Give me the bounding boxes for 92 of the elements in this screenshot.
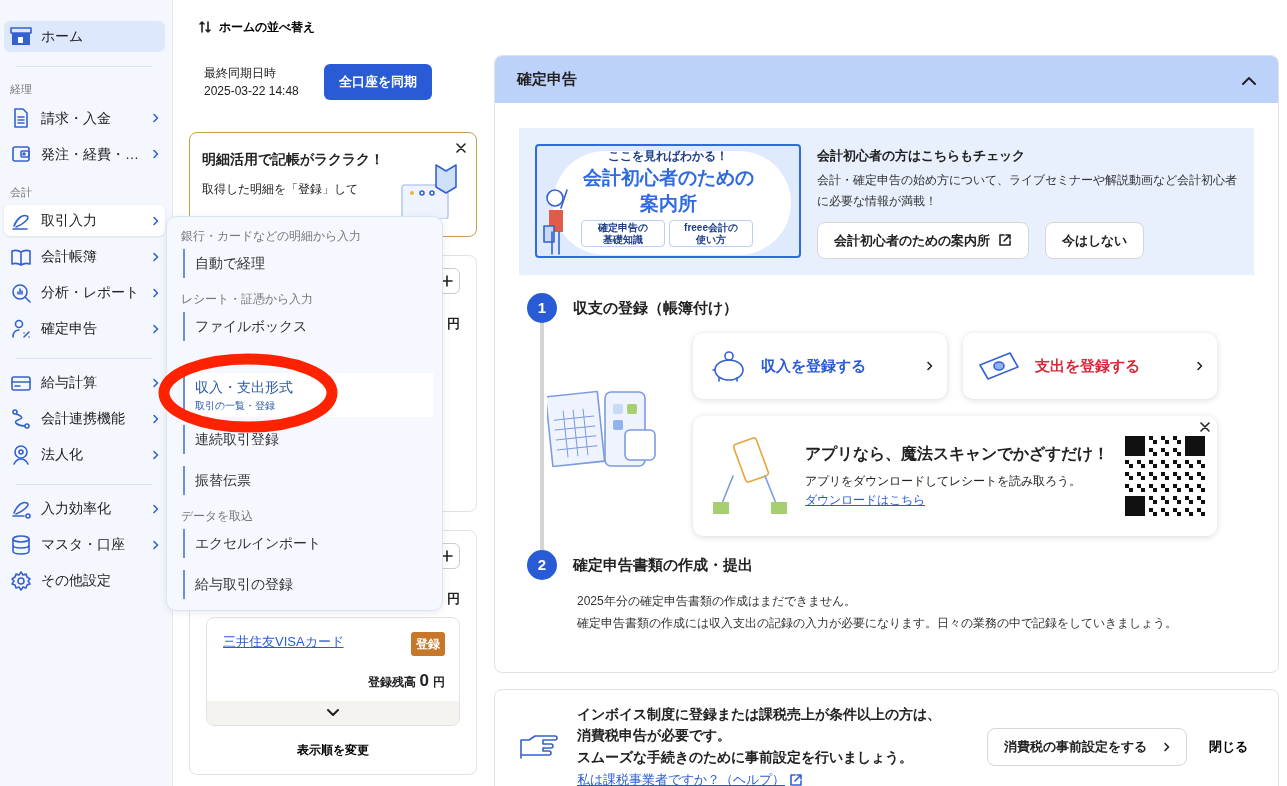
sync-label: 最終同期日時 bbox=[204, 65, 277, 82]
sort-link[interactable]: ホームの並べ替え bbox=[199, 18, 315, 36]
step-text: 2025年分の確定申告書類の作成はまだできません。 bbox=[577, 593, 857, 610]
menu-item[interactable]: エクセルインポート bbox=[183, 529, 433, 558]
close-button[interactable]: 閉じる bbox=[1203, 736, 1254, 758]
invoice-text: インボイス制度に登録または課税売上が条件以上の方は、 bbox=[577, 704, 942, 724]
banner-title: 明細活用で記帳がラクラク！ bbox=[202, 150, 385, 169]
sidebar-item[interactable]: 入力効率化 bbox=[4, 493, 165, 524]
action-button[interactable]: 支出を登録する bbox=[963, 333, 1217, 399]
step-title: 確定申告書類の作成・提出 bbox=[573, 554, 753, 575]
menu-item[interactable]: 給与取引の登録 bbox=[183, 570, 433, 599]
action-button[interactable]: 収入を登録する bbox=[693, 333, 947, 399]
chevron-right-icon bbox=[926, 361, 933, 371]
sidebar-item[interactable]: 取引入力 bbox=[4, 205, 165, 236]
external-link-icon bbox=[789, 772, 803, 786]
menu-item[interactable]: 連続取引登録 bbox=[183, 425, 433, 454]
wallet-icon bbox=[10, 143, 32, 165]
sidebar-item[interactable]: マスタ・口座 bbox=[4, 529, 165, 560]
guide-image[interactable]: ここを見ればわかる！ 会計初心者のための 案内所 確定申告の 基礎知識 freee会計の 使い方 bbox=[535, 144, 801, 258]
banknote-icon bbox=[977, 351, 1021, 381]
guide-button[interactable]: 今はしない bbox=[1045, 221, 1144, 259]
sidebar-item[interactable]: 分析・レポート bbox=[4, 277, 165, 308]
sync-time: 2025-03-22 14:48 bbox=[204, 83, 299, 100]
section-label: レシート・証憑から入力 bbox=[181, 291, 314, 306]
banner-text: 取得した明細を「登録」して bbox=[202, 181, 359, 198]
sort-arrows-icon bbox=[199, 20, 211, 34]
step-number: 1 bbox=[527, 293, 557, 323]
external-link-icon bbox=[998, 233, 1012, 248]
balance-label: 登録残高 bbox=[367, 673, 416, 691]
sidebar-item[interactable]: 請求・入金 bbox=[4, 102, 165, 134]
sidebar-item[interactable]: 発注・経費・… bbox=[4, 138, 165, 170]
help-link[interactable]: 私は課税事業者ですか？（ヘルプ） bbox=[577, 769, 803, 786]
person-percent-icon bbox=[10, 317, 32, 340]
status-badge: 登録 bbox=[411, 631, 445, 656]
person-figure-drawing bbox=[543, 186, 571, 256]
image-title: 会計初心者のための bbox=[581, 166, 755, 190]
chevron-up-icon bbox=[1242, 75, 1256, 85]
chip-text: 確定申告の bbox=[597, 222, 649, 233]
step-number: 2 bbox=[527, 550, 557, 580]
chip-text: freee会計の bbox=[683, 222, 739, 233]
section-label: 銀行・カードなどの明細から入力 bbox=[181, 228, 362, 243]
menu-item[interactable]: ファイルボックス bbox=[183, 312, 433, 341]
plus-icon bbox=[441, 275, 453, 287]
step-title: 収支の登録（帳簿付け） bbox=[573, 297, 738, 318]
settings-button[interactable]: 消費税の事前設定をする bbox=[987, 728, 1187, 766]
promo-text: アプリをダウンロードしてレシートを読み取ろう。 bbox=[805, 473, 1082, 491]
menu-item[interactable]: 振替伝票 bbox=[183, 466, 433, 495]
magnifier-chart-icon bbox=[10, 281, 32, 304]
gear-icon bbox=[10, 569, 32, 592]
download-link[interactable]: ダウンロードはこちら bbox=[805, 493, 925, 508]
section-label: 会計 bbox=[10, 184, 33, 200]
sync-button[interactable]: 全口座を同期 bbox=[323, 64, 432, 100]
sidebar-item[interactable]: ホーム bbox=[4, 21, 165, 52]
panel-title: 確定申告 bbox=[517, 69, 577, 90]
guide-text: 会計・確定申告の始め方について、ライブセミナーや解説動画など会計初心者に必要な情報が満載！ bbox=[817, 171, 1238, 210]
currency-label: 円 bbox=[447, 316, 460, 331]
nodes-icon bbox=[10, 407, 32, 430]
image-title: 案内所 bbox=[638, 192, 698, 216]
sidebar-item[interactable]: 法人化 bbox=[4, 439, 165, 470]
chip-text: 基礎知識 bbox=[603, 233, 644, 245]
reorder-link[interactable]: 表示順を変更 bbox=[291, 740, 375, 760]
chip-text: 使い方 bbox=[695, 233, 726, 245]
plus-icon bbox=[441, 550, 453, 562]
chevron-down-icon bbox=[327, 709, 339, 717]
section-label: データを取込 bbox=[181, 508, 254, 523]
close-icon[interactable] bbox=[1200, 422, 1210, 432]
badge-person-icon bbox=[10, 443, 32, 466]
sidebar-item[interactable]: その他設定 bbox=[4, 565, 165, 596]
balance-value: 0 bbox=[419, 669, 429, 692]
invoice-text: 消費税申告が必要です。 bbox=[577, 726, 732, 746]
step-text: 確定申告書類の作成には収入支出の記録の入力が必要になります。日々の業務の中で記録をしていきましょう。 bbox=[577, 615, 1178, 633]
section-label: 経理 bbox=[10, 82, 33, 97]
sidebar-item[interactable]: 会計帳簿 bbox=[4, 241, 165, 272]
database-icon bbox=[10, 533, 32, 556]
guide-heading: 会計初心者の方はこちらもチェック bbox=[817, 147, 1026, 165]
image-caption: ここを見ればわかる！ bbox=[607, 148, 729, 165]
chevron-right-icon bbox=[1163, 742, 1170, 752]
sidebar-item[interactable]: 給与計算 bbox=[4, 367, 165, 398]
account-link[interactable]: 三井住友VISAカード bbox=[223, 631, 344, 651]
menu-item[interactable]: 自動で経理 bbox=[183, 249, 433, 278]
invoice-text: スムーズな手続きのために事前設定を行いましょう。 bbox=[577, 748, 914, 767]
sidebar-item[interactable]: 会計連携機能 bbox=[4, 403, 165, 434]
currency-label: 円 bbox=[447, 591, 460, 606]
promo-title: アプリなら、魔法スキャンでかざすだけ！ bbox=[805, 444, 1110, 465]
guide-button[interactable]: 会計初心者のための案内所 bbox=[817, 221, 1029, 259]
store-icon bbox=[10, 25, 32, 48]
sidebar-item[interactable]: 確定申告 bbox=[4, 313, 165, 344]
close-icon[interactable] bbox=[456, 143, 466, 153]
currency-label: 円 bbox=[433, 673, 445, 691]
pointing-hand-icon bbox=[519, 734, 559, 760]
menu-item[interactable]: 収入・支出形式 取引の一覧・登録 bbox=[183, 373, 433, 417]
chevron-right-icon bbox=[1196, 361, 1203, 371]
